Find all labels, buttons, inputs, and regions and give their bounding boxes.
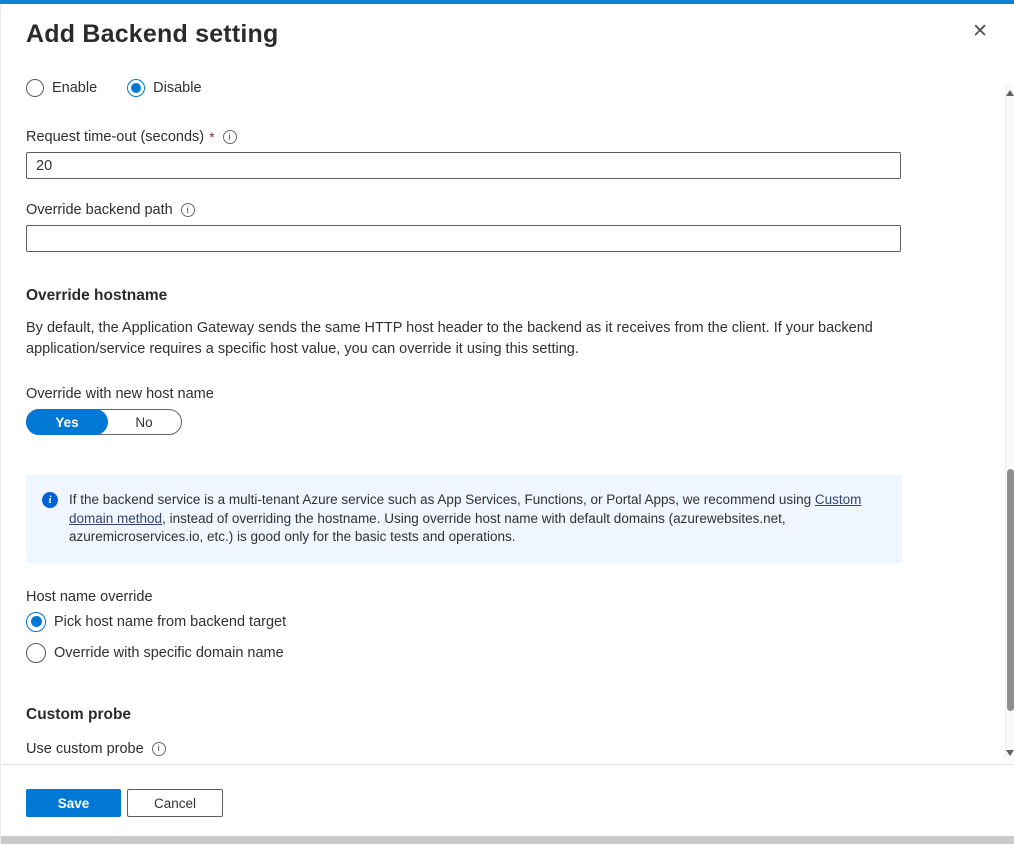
scroll-up-arrow-icon[interactable] [1006, 89, 1014, 97]
info-banner: i If the backend service is a multi-tena… [26, 475, 902, 563]
radio-pick-host-name-label: Pick host name from backend target [54, 614, 286, 630]
radio-enable[interactable]: Enable [26, 79, 97, 97]
host-name-override-radio-group: Pick host name from backend target Overr… [26, 612, 901, 663]
enable-disable-radio-group: Enable Disable [26, 79, 901, 97]
custom-probe-heading: Custom probe [26, 706, 901, 724]
use-custom-probe-label: Use custom probe [26, 741, 144, 757]
radio-disable[interactable]: Disable [127, 79, 201, 97]
override-backend-path-label: Override backend path [26, 202, 173, 218]
radio-disable-label: Disable [153, 80, 201, 96]
panel-content: Enable Disable Request time-out (seconds… [1, 79, 926, 757]
override-backend-path-input[interactable] [26, 225, 901, 252]
page-title: Add Backend setting [26, 20, 989, 49]
info-text-before-link: If the backend service is a multi-tenant… [69, 492, 815, 507]
radio-enable-circle[interactable] [26, 79, 44, 97]
toggle-no-option[interactable]: No [107, 410, 181, 434]
radio-pick-host-name[interactable]: Pick host name from backend target [26, 612, 901, 632]
info-icon[interactable]: i [223, 130, 237, 144]
close-icon[interactable]: ✕ [972, 22, 988, 41]
cancel-button[interactable]: Cancel [127, 789, 223, 817]
info-text-after-link: , instead of overriding the hostname. Us… [69, 511, 786, 545]
override-hostname-heading: Override hostname [26, 287, 901, 305]
radio-enable-label: Enable [52, 80, 97, 96]
override-backend-path-label-row: Override backend path i [26, 202, 901, 218]
radio-pick-host-name-circle[interactable] [26, 612, 46, 632]
radio-override-specific-domain[interactable]: Override with specific domain name [26, 643, 901, 663]
save-button[interactable]: Save [26, 789, 121, 817]
scrollbar-thumb[interactable] [1007, 469, 1014, 711]
request-timeout-label-row: Request time-out (seconds) * i [26, 129, 901, 145]
override-hostname-toggle[interactable]: Yes No [26, 409, 182, 435]
toggle-yes-option[interactable]: Yes [26, 409, 108, 435]
scroll-down-arrow-icon[interactable] [1006, 749, 1014, 757]
required-asterisk: * [209, 129, 214, 145]
info-icon[interactable]: i [152, 742, 166, 756]
host-name-override-label: Host name override [26, 589, 901, 605]
radio-disable-circle[interactable] [127, 79, 145, 97]
radio-override-specific-domain-circle[interactable] [26, 643, 46, 663]
request-timeout-input[interactable] [26, 152, 901, 179]
panel-header: Add Backend setting ✕ [1, 4, 1014, 49]
override-new-hostname-label: Override with new host name [26, 386, 901, 402]
override-hostname-description: By default, the Application Gateway send… [26, 318, 888, 360]
add-backend-setting-panel: Add Backend setting ✕ Enable Disable Req… [0, 4, 1014, 844]
request-timeout-label: Request time-out (seconds) [26, 129, 204, 145]
radio-override-specific-domain-label: Override with specific domain name [54, 645, 284, 661]
info-icon[interactable]: i [181, 203, 195, 217]
footer-action-bar: Save Cancel [1, 764, 1014, 836]
use-custom-probe-label-row: Use custom probe i [26, 741, 901, 757]
vertical-scrollbar[interactable] [1005, 84, 1014, 762]
info-banner-text: If the backend service is a multi-tenant… [69, 491, 888, 547]
window-bottom-edge [1, 836, 1014, 844]
info-filled-icon: i [42, 492, 58, 508]
